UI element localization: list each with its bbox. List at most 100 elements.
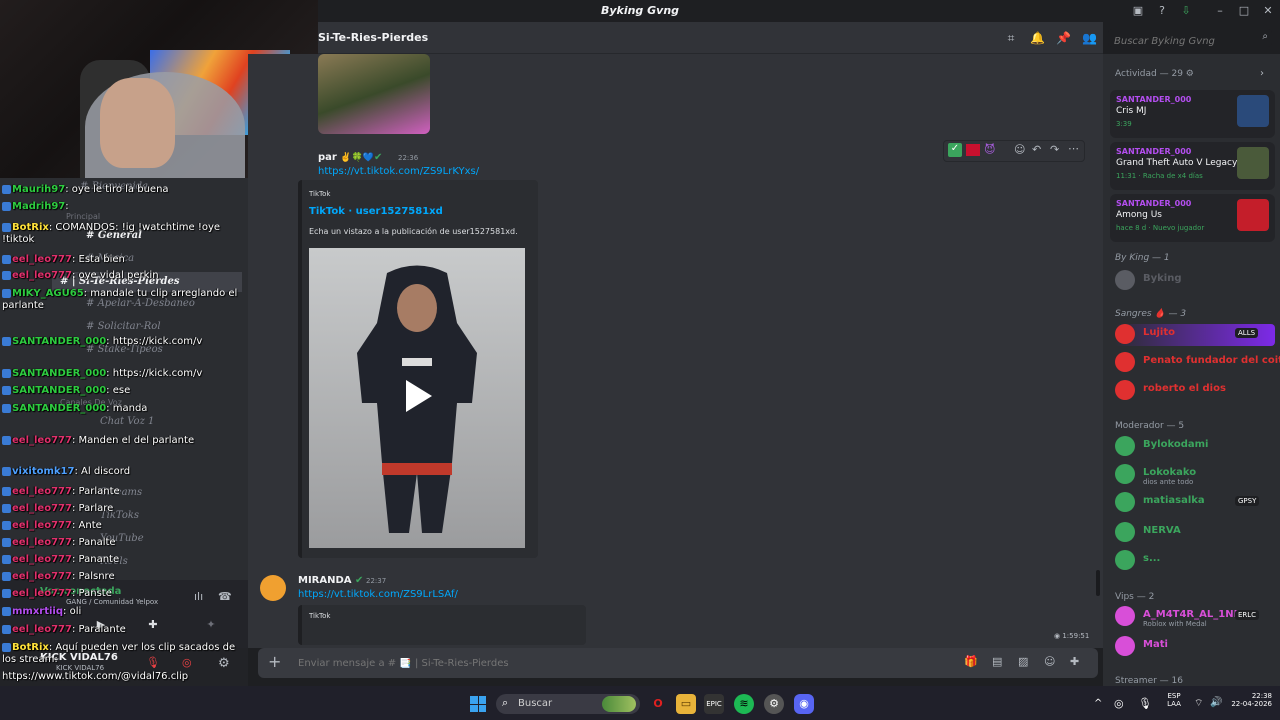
channel-name: Si-Te-Ries-Pierdes [318, 31, 429, 44]
message-link[interactable]: https://vt.tiktok.com/ZS9LrKYxs/ [318, 166, 479, 177]
role-header: Streamer — 16 [1115, 676, 1183, 686]
member-tag: ALLS [1235, 328, 1259, 338]
avatar [1115, 380, 1135, 400]
member-item[interactable]: NERVA [1115, 522, 1275, 544]
play-icon[interactable] [404, 378, 434, 414]
search-icon: ⌕ [1262, 31, 1268, 42]
avatar [1115, 464, 1135, 484]
download-icon[interactable]: ⇩ [1178, 3, 1194, 19]
clock[interactable]: 22:38 22-04-2026 [1226, 692, 1272, 708]
gift-icon[interactable]: 🎁 [964, 655, 978, 668]
chat-username: SANTANDER_000 [12, 336, 107, 347]
flag-reaction-icon[interactable] [966, 144, 980, 156]
badge-icon [2, 288, 11, 298]
message-link-2[interactable]: https://vt.tiktok.com/ZS9LrLSAf/ [298, 589, 458, 600]
language-indicator[interactable]: ESP LAA [1162, 692, 1186, 708]
minimize-icon[interactable]: – [1212, 3, 1228, 19]
member-item[interactable]: Lokokako dios ante todo [1115, 464, 1275, 486]
notifications-bell-icon[interactable]: 🔔 [1030, 31, 1045, 45]
member-item[interactable]: Byking [1115, 270, 1275, 292]
chat-message: Madrih97: [2, 201, 248, 213]
discord-icon[interactable]: ◉ [794, 694, 814, 714]
image-attachment[interactable] [318, 54, 430, 134]
activity-card[interactable]: SANTANDER_000 Cris MJ 3:39 [1110, 90, 1275, 138]
close-icon[interactable]: ✕ [1260, 3, 1276, 19]
clock-time: 22:38 [1251, 692, 1272, 700]
scrollbar[interactable] [1096, 570, 1100, 596]
more-options-icon[interactable]: ⋯ [1068, 142, 1079, 155]
language-code: ESP [1167, 692, 1181, 700]
windows-taskbar [0, 686, 1280, 720]
member-item[interactable]: roberto el dios [1115, 380, 1275, 402]
activity-card[interactable]: SANTANDER_000 Among Us hace 8 d · Nuevo ju… [1110, 194, 1275, 242]
member-list-icon[interactable]: 👥 [1082, 31, 1097, 45]
chat-text: Panante [78, 554, 120, 565]
search-box[interactable]: ⌕ [1108, 29, 1272, 51]
steam-icon[interactable]: ⚙ [764, 694, 784, 714]
chat-text: https://kick.com/v [112, 368, 203, 379]
opera-icon[interactable]: O [648, 694, 668, 714]
reply-icon[interactable]: ↶ [1032, 143, 1041, 156]
message-input[interactable] [298, 654, 798, 672]
chat-message: SANTANDER_000: manda [2, 403, 248, 415]
epic-games-icon[interactable]: EPIC [704, 694, 724, 714]
sticker-icon[interactable]: ▨ [1018, 655, 1028, 668]
threads-icon[interactable]: ⌗ [1004, 31, 1018, 45]
chat-message: eel_leo777: Parlare [2, 503, 248, 515]
emoji-icon[interactable]: ☺ [1044, 655, 1055, 668]
role-header: Moderador — 5 [1115, 421, 1185, 431]
chat-text: Panalte [78, 537, 116, 548]
member-item[interactable]: Penato fundador del coito [1115, 352, 1280, 374]
avatar[interactable] [260, 575, 286, 601]
chat-username: MIKY_AGU65 [12, 288, 84, 299]
gif-icon[interactable]: ▤ [992, 655, 1002, 668]
member-item[interactable]: Bylokodami [1115, 436, 1275, 458]
clock-date: 22-04-2026 [1231, 700, 1272, 708]
chat-message: eel_leo777: Palsnre [2, 571, 248, 583]
maximize-icon[interactable]: □ [1236, 3, 1252, 19]
message-author[interactable]: par ✌️🍀💙✔ [318, 152, 382, 163]
activity-image [1237, 199, 1269, 231]
file-explorer-icon[interactable]: ▭ [676, 694, 696, 714]
activity-title: Cris MJ [1116, 106, 1147, 116]
devil-reaction-icon[interactable]: 😈 [984, 143, 995, 156]
taskbar-search[interactable]: ⌕ Buscar [496, 694, 640, 714]
check-reaction-icon[interactable]: ✓ [948, 143, 962, 157]
volume-icon[interactable]: 🔊 [1210, 697, 1222, 708]
badge-icon [2, 588, 11, 598]
member-item[interactable]: A_M4T4R_AL_1ND... Roblox with Medal ERLC [1115, 606, 1275, 628]
search-input[interactable] [1108, 32, 1248, 51]
member-status: dios ante todo [1143, 478, 1194, 486]
member-tag: ERLC [1235, 610, 1260, 620]
chevron-right-icon[interactable]: › [1260, 68, 1264, 79]
member-item[interactable]: s... [1115, 550, 1275, 572]
message-author-2[interactable]: MIRANDA ✔ [298, 575, 363, 586]
add-reaction-icon[interactable]: ☺ [1014, 143, 1025, 156]
member-item[interactable]: Lujito ALLS [1115, 324, 1275, 346]
windows-start-icon[interactable] [470, 696, 486, 712]
activity-card[interactable]: SANTANDER_000 Grand Theft Auto V Legacy 11… [1110, 142, 1275, 190]
wifi-icon[interactable]: ⌔ [1194, 697, 1203, 710]
activity-image [1237, 95, 1269, 127]
chat-text: oye vidal perkin [78, 270, 159, 281]
chat-text: Parlante [78, 486, 120, 497]
tray-chevron-icon[interactable]: ^ [1094, 698, 1102, 709]
embed-title[interactable]: TikTok · user1527581xd [309, 206, 443, 217]
channel-header: Si-Te-Ries-Pierdes ⌗ 🔔 📌 👥 [318, 22, 1103, 54]
tray-app-icon[interactable]: ◎ [1114, 697, 1124, 710]
tray-mic-icon[interactable]: 🎙 [1138, 697, 1152, 710]
message-actions-toolbar: ✓ 😈 ☺ ↶ ↷ ⋯ [943, 140, 1085, 162]
chat-text: oye le tiro la buena [71, 184, 169, 195]
badge-icon [2, 222, 11, 232]
help-icon[interactable]: ? [1154, 3, 1170, 19]
pin-icon[interactable]: 📌 [1056, 31, 1071, 45]
forward-icon[interactable]: ↷ [1050, 143, 1059, 156]
member-item[interactable]: matiasalka GPSY [1115, 492, 1275, 514]
upload-plus-icon[interactable]: + [268, 652, 281, 671]
apps-icon[interactable]: ✚ [1070, 655, 1079, 668]
spotify-icon[interactable]: ≋ [734, 694, 754, 714]
cam-person-face [100, 78, 175, 168]
embed-provider: TikTok [309, 190, 331, 198]
inbox-icon[interactable]: ▣ [1130, 3, 1146, 19]
member-item[interactable]: Mati [1115, 636, 1275, 658]
